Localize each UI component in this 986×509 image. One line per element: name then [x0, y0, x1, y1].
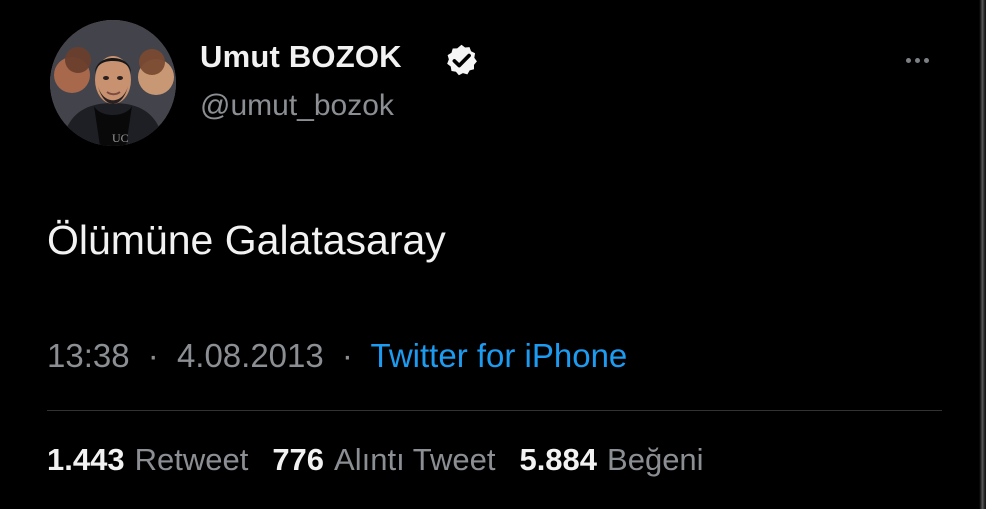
svg-text:UC: UC — [112, 131, 129, 145]
avatar[interactable]: UC — [50, 20, 176, 146]
more-options-button[interactable] — [897, 46, 937, 74]
source-link[interactable]: Twitter for iPhone — [371, 337, 628, 374]
display-name[interactable]: Umut BOZOK — [200, 41, 402, 72]
avatar-image: UC — [50, 20, 176, 146]
more-horizontal-icon — [905, 57, 911, 63]
screen-edge — [968, 0, 986, 509]
likes-stat[interactable]: 5.884 Beğeni — [519, 442, 704, 477]
tweet-stats: 1.443 Retweet 776 Alıntı Tweet 5.884 Beğ… — [47, 442, 728, 477]
retweet-label: Retweet — [134, 442, 249, 477]
more-horizontal-icon — [923, 57, 929, 63]
meta-separator: · — [341, 337, 353, 374]
retweet-count: 1.443 — [47, 442, 125, 477]
quote-tweets-stat[interactable]: 776 Alıntı Tweet — [272, 442, 496, 477]
like-label: Beğeni — [607, 442, 704, 477]
more-horizontal-icon — [914, 57, 920, 63]
author-handle[interactable]: @umut_bozok — [200, 91, 394, 121]
tweet-meta: 13:38 · 4.08.2013 · Twitter for iPhone — [47, 337, 628, 374]
tweet-text: Ölümüne Galatasaray — [47, 217, 446, 263]
verified-badge-icon — [447, 44, 477, 76]
tweet-time[interactable]: 13:38 — [47, 337, 130, 374]
quote-label: Alıntı Tweet — [334, 442, 496, 477]
meta-separator: · — [147, 337, 159, 374]
quote-count: 776 — [272, 442, 325, 477]
stats-divider — [47, 410, 942, 411]
tweet-date[interactable]: 4.08.2013 — [177, 337, 324, 374]
retweets-stat[interactable]: 1.443 Retweet — [47, 442, 249, 477]
like-count: 5.884 — [519, 442, 598, 477]
